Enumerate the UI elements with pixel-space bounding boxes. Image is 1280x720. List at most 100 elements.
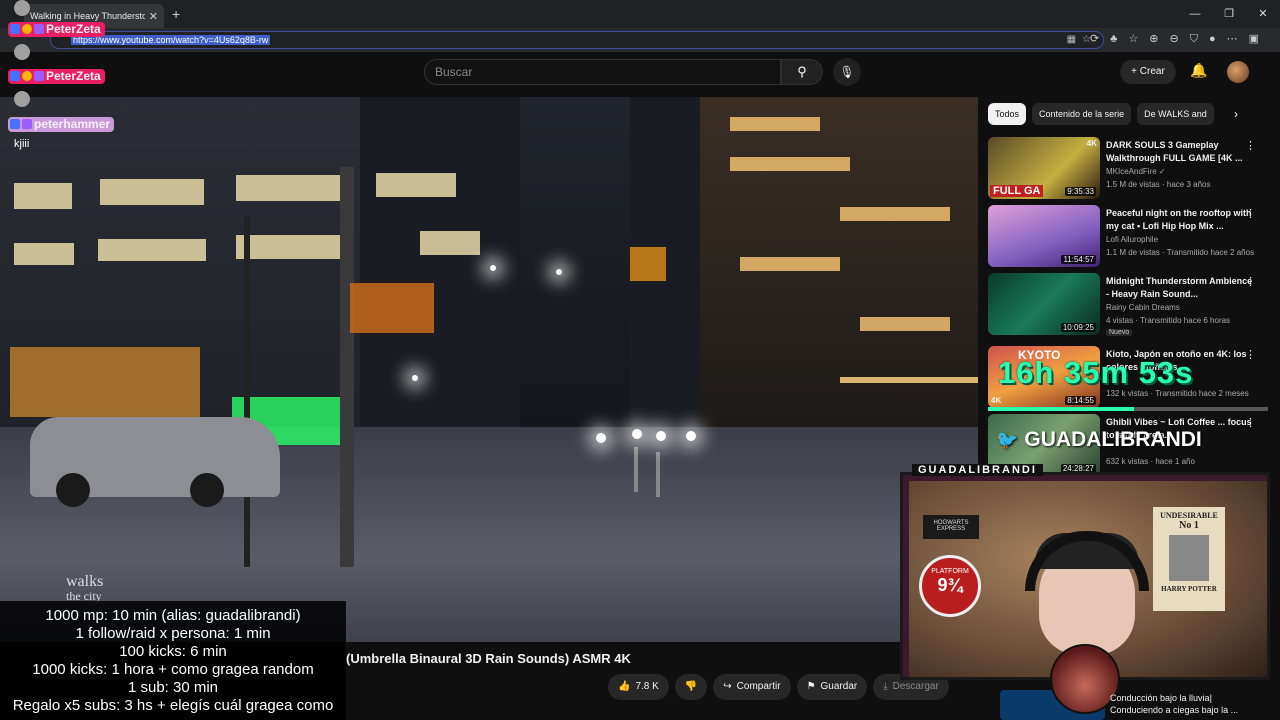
watermark-line1: walks	[66, 573, 104, 590]
more-icon[interactable]: ⋮	[1245, 139, 1256, 152]
bell-icon[interactable]: 🔔	[1190, 62, 1207, 79]
youtube-header: Buscar ⚲ 🎙 + Crear 🔔	[0, 52, 1280, 92]
more-icon[interactable]: ⋮	[1245, 416, 1256, 429]
chat-username: PeterZeta	[8, 69, 105, 84]
video-window	[14, 183, 72, 209]
filter-chips: Todos Contenido de la serie De WALKS and	[988, 103, 1214, 125]
recommendation-channel: Lofi Ailurophile	[1106, 235, 1159, 244]
tab-close-icon[interactable]: ✕	[149, 10, 158, 23]
video-signal-box	[350, 283, 434, 333]
video-car-wheel	[190, 473, 224, 507]
chip-all[interactable]: Todos	[988, 103, 1027, 125]
chat-badge-icon	[34, 24, 44, 34]
download-label: Descargar	[892, 681, 939, 692]
video-window	[840, 207, 950, 221]
video-window	[236, 235, 346, 259]
video-window	[100, 179, 204, 205]
chat-badge-icon	[10, 24, 20, 34]
chip-series[interactable]: Contenido de la serie	[1032, 103, 1132, 125]
stream-rules-box: 1000 mp: 10 min (alias: guadalibrandi) 1…	[0, 601, 346, 720]
close-window-button[interactable]: ✕	[1246, 0, 1280, 28]
search-icon[interactable]: ⚲	[781, 59, 823, 85]
chevron-right-icon[interactable]: ›	[1234, 107, 1238, 121]
video-storefront	[10, 347, 200, 417]
duration-badge: 11:54:57	[1061, 255, 1096, 264]
video-car	[30, 417, 280, 507]
more-icon[interactable]: ⋮	[1245, 348, 1256, 361]
video-headlight	[632, 429, 642, 439]
chat-avatar	[14, 0, 30, 16]
video-actions: 👍 7.8 K 👎 ↪ Compartir ⚑ Guardar ⤓ Descargar	[608, 674, 949, 700]
thumbs-up-icon: 👍	[618, 681, 631, 692]
rule-line: 1000 kicks: 1 hora + como gragea random	[32, 661, 314, 678]
duration-badge: 9:35:33	[1065, 187, 1096, 196]
timer-progress-fill	[988, 407, 1134, 411]
recommendation-item[interactable]: Conducción bajo la lluvia| Conduciendo a…	[1110, 692, 1238, 716]
video-window	[740, 257, 840, 271]
video-headlight	[686, 431, 696, 441]
share-button[interactable]: ↪ Compartir	[713, 674, 791, 700]
poster-number: No 1	[1179, 520, 1199, 531]
minimize-button[interactable]: —	[1178, 0, 1212, 28]
video-headlight	[656, 431, 666, 441]
chip-channel[interactable]: De WALKS and	[1137, 103, 1214, 125]
webcam-label: GUADALIBRANDI	[912, 464, 1043, 476]
chat-username-text: peterhammer	[34, 117, 111, 131]
chat-username-text: PeterZeta	[46, 22, 101, 36]
video-thumbnail: FULL GA 4K 9:35:33	[988, 137, 1100, 199]
chat-username: PeterZeta	[8, 22, 105, 37]
maximize-button[interactable]: ❐	[1212, 0, 1246, 28]
more-icon[interactable]: ⋮	[1245, 275, 1256, 288]
chat-badge-icon	[22, 71, 32, 81]
address-bar[interactable]: https://www.youtube.com/watch?v=4Us62q8B…	[50, 31, 1104, 49]
like-button[interactable]: 👍 7.8 K	[608, 674, 669, 700]
video-window	[420, 231, 480, 255]
more-icon[interactable]: ⋮	[1245, 207, 1256, 220]
video-window	[98, 239, 206, 261]
window-controls: — ❐ ✕	[1178, 0, 1280, 28]
video-window	[236, 175, 342, 201]
video-pole	[244, 217, 250, 567]
recommendation-title: DARK SOULS 3 Gameplay Walkthrough FULL G…	[1106, 140, 1243, 163]
screen: Walking in Heavy Thunderstorm ✕ + — ❐ ✕ …	[0, 0, 1280, 720]
share-label: Compartir	[736, 681, 781, 692]
platform-sign: PLATFORM 9¾	[919, 555, 981, 617]
recommendation-title: Conducción bajo la lluvia|	[1110, 693, 1212, 703]
video-streetlight	[412, 375, 418, 381]
avatar[interactable]	[1227, 61, 1249, 83]
rule-line: 1000 mp: 10 min (alias: guadalibrandi)	[45, 607, 301, 624]
platform-label: PLATFORM	[931, 568, 969, 575]
poster-name: HARRY POTTER	[1161, 585, 1217, 593]
video-window	[14, 243, 74, 265]
video-window	[376, 173, 456, 197]
recommendation-item[interactable]: 11:54:57 Peaceful night on the rooftop w…	[988, 205, 1270, 269]
video-window	[730, 117, 820, 131]
save-button[interactable]: ⚑ Guardar	[796, 674, 868, 700]
chat-avatar	[14, 91, 30, 107]
recommendation-item[interactable]: FULL GA 4K 9:35:33 DARK SOULS 3 Gameplay…	[988, 137, 1270, 201]
timer-progress-bar	[988, 407, 1268, 411]
video-pole	[340, 167, 354, 567]
recommendation-meta: 632 k vistas · hace 1 año	[1106, 457, 1195, 466]
recommendation-meta: 4 vistas · Transmitido hace 6 horas	[1106, 316, 1231, 325]
twitter-icon: 🐦	[996, 430, 1019, 450]
video-player[interactable]: walks the city	[0, 97, 978, 642]
recommendation-channel: Rainy Cabin Dreams	[1106, 303, 1180, 312]
chat-message: kjiii	[14, 138, 30, 150]
mic-icon[interactable]: 🎙	[833, 58, 861, 86]
create-button[interactable]: + Crear	[1120, 60, 1176, 84]
recommendation-item[interactable]: 10:09:25 Midnight Thunderstorm Ambience …	[988, 273, 1270, 337]
download-icon: ⤓	[883, 681, 888, 692]
rule-line: Regalo x5 subs: 3 hs + elegís cuál grage…	[12, 697, 334, 714]
search-input[interactable]: Buscar	[424, 59, 781, 85]
video-car-wheel	[56, 473, 90, 507]
platform-number: 9¾	[937, 575, 963, 595]
extension-icons[interactable]: ⟳♣☆⊕⊖⛉●⋯▣	[1090, 32, 1270, 46]
recommendation-title: Peaceful night on the rooftop with my ca…	[1106, 208, 1252, 231]
dislike-button[interactable]: 👎	[674, 674, 708, 700]
video-window	[730, 157, 850, 171]
thumbs-down-icon: 👎	[684, 681, 698, 692]
new-tab-button[interactable]: +	[172, 6, 180, 22]
save-label: Guardar	[820, 681, 858, 692]
rule-line: 1 sub: 30 min	[127, 679, 219, 696]
